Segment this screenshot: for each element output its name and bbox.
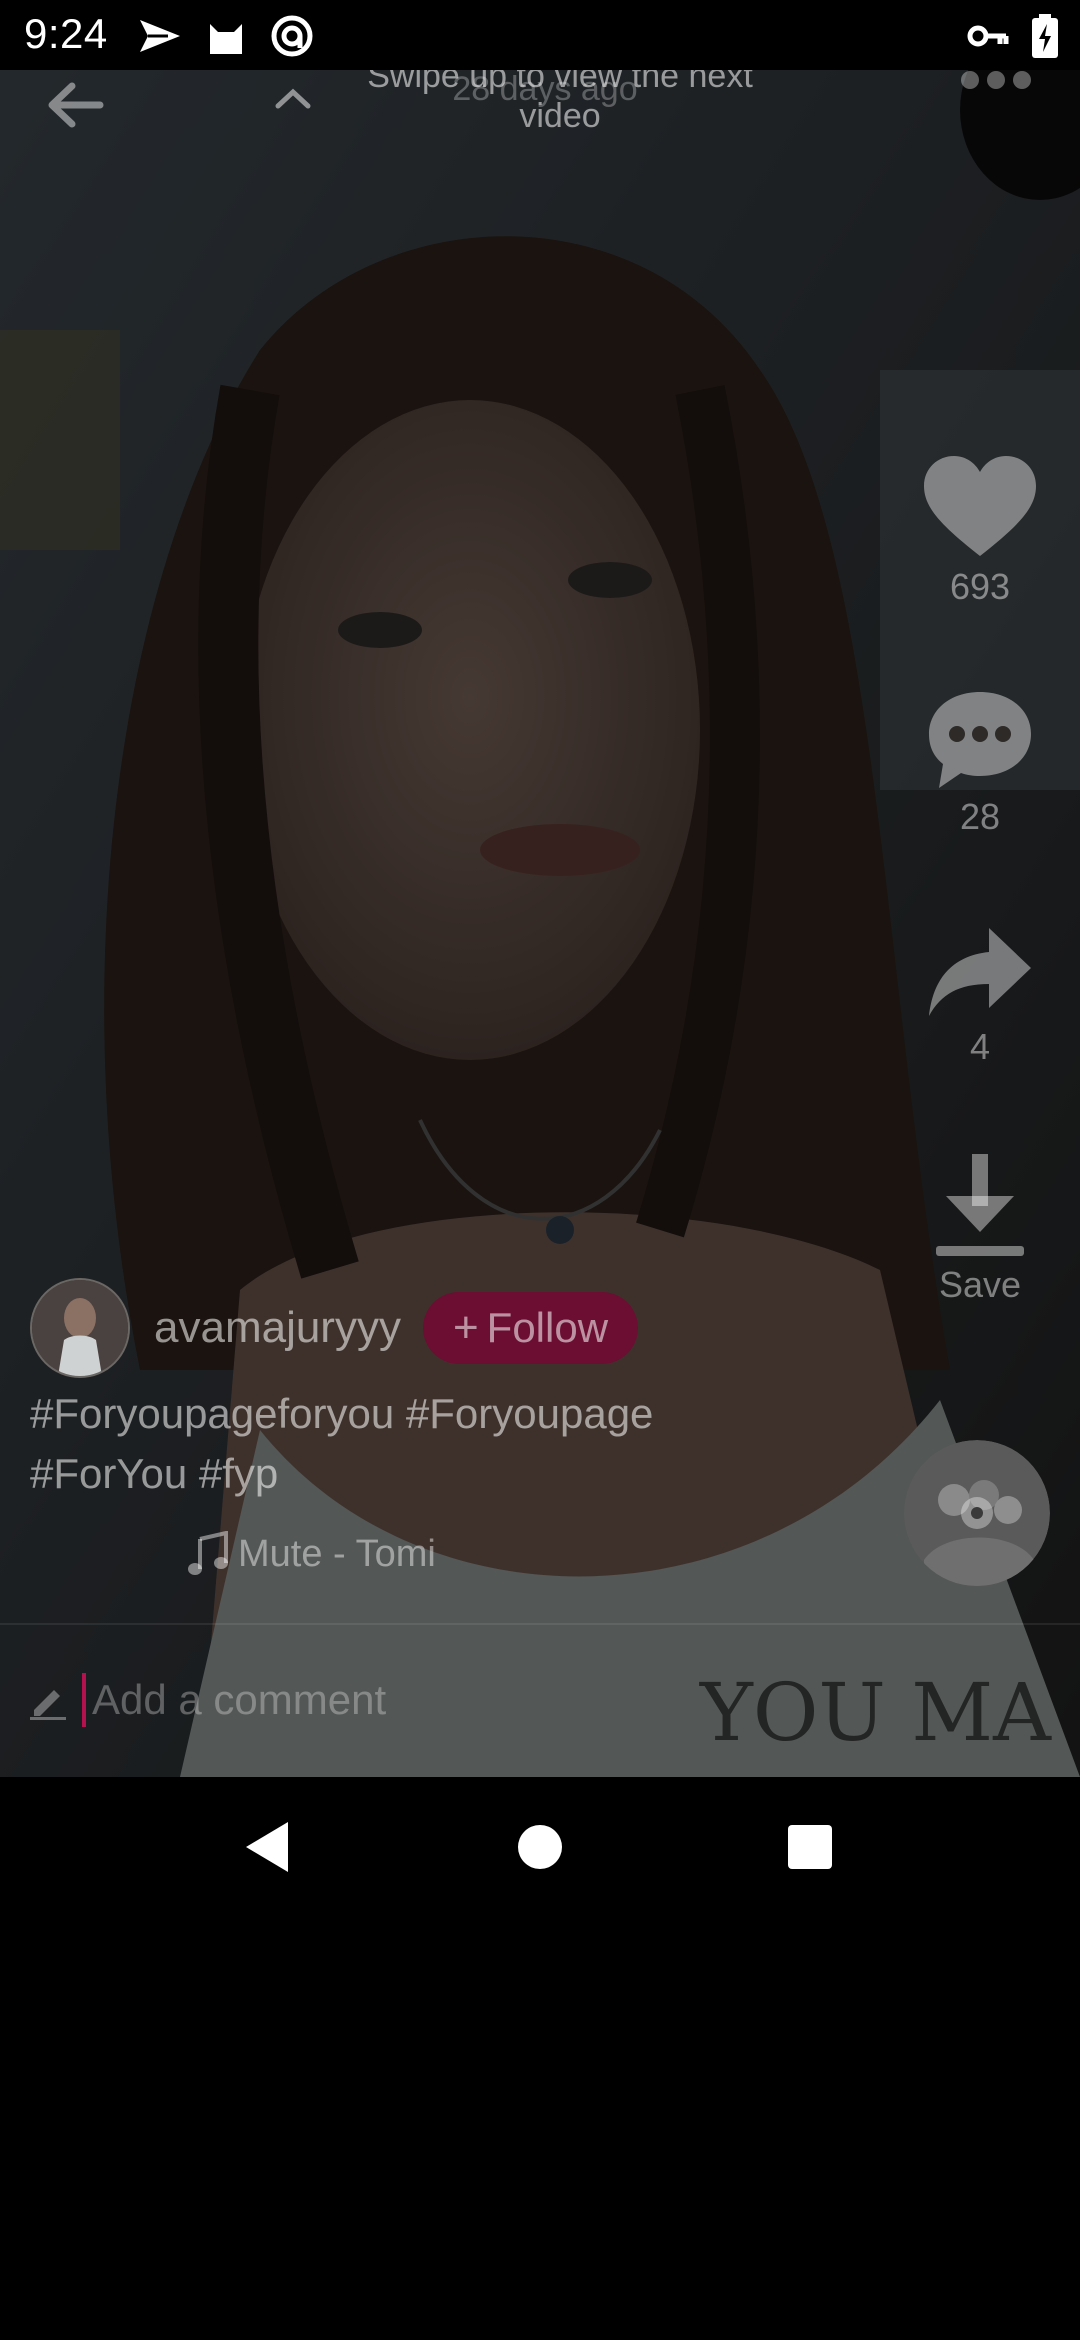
like-button[interactable]: 693	[900, 456, 1060, 608]
chevron-up-icon	[275, 88, 311, 109]
text-caret	[82, 1673, 86, 1727]
download-icon	[936, 1154, 1024, 1256]
more-options-icon[interactable]	[956, 70, 1036, 110]
follow-label: Follow	[486, 1304, 609, 1351]
avatar-image	[32, 1280, 128, 1376]
back-arrow-icon[interactable]	[40, 70, 110, 140]
save-label: Save	[938, 1264, 1022, 1305]
share-arrow-icon	[929, 928, 1031, 1016]
comment-button[interactable]: 28	[900, 690, 1060, 838]
navigation-bar	[0, 1777, 1080, 1917]
comment-count: 28	[959, 796, 1001, 837]
nav-home-icon[interactable]	[505, 1812, 575, 1882]
comment-placeholder: Add a comment	[92, 1676, 387, 1723]
nav-back-icon[interactable]	[232, 1812, 302, 1882]
music-title: Mute - Tomi	[238, 1532, 436, 1575]
heart-icon	[924, 456, 1036, 556]
caption-line-1[interactable]: #Foryoupageforyou #Foryoupage	[30, 1384, 730, 1444]
music-cover-image	[904, 1440, 1050, 1586]
nav-recents-icon[interactable]	[775, 1812, 845, 1882]
music-row[interactable]: Mute - Tomi	[186, 1524, 448, 1584]
plus-icon: +	[452, 1303, 479, 1352]
avatar[interactable]	[30, 1278, 130, 1378]
pencil-icon	[30, 1690, 66, 1720]
status-bar: 9:24	[0, 0, 1080, 70]
battery-charging-icon	[1032, 14, 1058, 58]
status-time: 9:24	[24, 10, 108, 57]
music-disc[interactable]	[904, 1440, 1050, 1586]
comment-bar: Add a comment	[0, 1625, 1080, 1777]
key-icon	[967, 25, 1009, 47]
top-overlay: 28 days ago Swipe up to view the next vi…	[0, 57, 1080, 150]
at-icon	[271, 15, 313, 57]
send-icon	[140, 20, 180, 52]
save-button[interactable]: Save	[900, 1154, 1060, 1306]
music-note-icon	[188, 1531, 228, 1575]
like-count: 693	[949, 566, 1011, 607]
username[interactable]: avamajuryyy	[154, 1303, 401, 1353]
author-row: avamajuryyy + Follow	[30, 1278, 639, 1378]
comment-input[interactable]: Add a comment	[28, 1665, 928, 1735]
caption-line-2[interactable]: #ForYou #fyp	[30, 1444, 730, 1504]
share-button[interactable]: 4	[900, 924, 1060, 1068]
cat-icon	[210, 24, 242, 54]
follow-button[interactable]: + Follow	[422, 1292, 639, 1364]
share-count: 4	[969, 1026, 991, 1067]
caption: #Foryoupageforyou #Foryoupage #ForYou #f…	[30, 1384, 730, 1504]
comment-bubble-icon	[929, 692, 1031, 788]
